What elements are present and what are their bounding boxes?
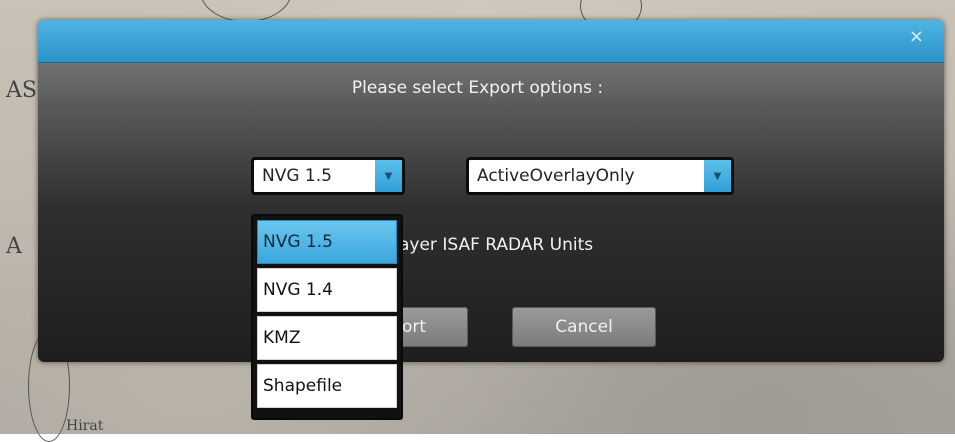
scope-select[interactable]: ActiveOverlayOnly ▼ (466, 157, 734, 195)
map-border-line (200, 0, 292, 22)
format-option-nvg-1-4[interactable]: NVG 1.4 (257, 268, 397, 312)
map-label-a: A (6, 234, 22, 259)
chevron-down-icon[interactable]: ▼ (375, 160, 402, 192)
close-icon[interactable]: × (909, 28, 924, 46)
scope-select-value: ActiveOverlayOnly (477, 166, 635, 186)
chevron-down-icon[interactable]: ▼ (704, 160, 731, 192)
layer-name-label: ayer ISAF RADAR Units (399, 235, 594, 255)
format-option-nvg-1-5[interactable]: NVG 1.5 (257, 220, 397, 264)
cancel-button[interactable]: Cancel (512, 307, 656, 347)
format-option-shapefile[interactable]: Shapefile (257, 364, 397, 408)
cancel-button-label: Cancel (555, 317, 613, 337)
map-label-hirat: Hirat (66, 418, 104, 434)
export-button-label: ort (401, 317, 427, 337)
dialog-titlebar[interactable]: × (38, 20, 944, 63)
format-option-kmz[interactable]: KMZ (257, 316, 397, 360)
format-dropdown-list: NVG 1.5 NVG 1.4 KMZ Shapefile (251, 214, 403, 420)
format-select[interactable]: NVG 1.5 ▼ (251, 157, 405, 195)
export-prompt: Please select Export options : (351, 78, 604, 98)
format-select-value: NVG 1.5 (262, 166, 332, 186)
